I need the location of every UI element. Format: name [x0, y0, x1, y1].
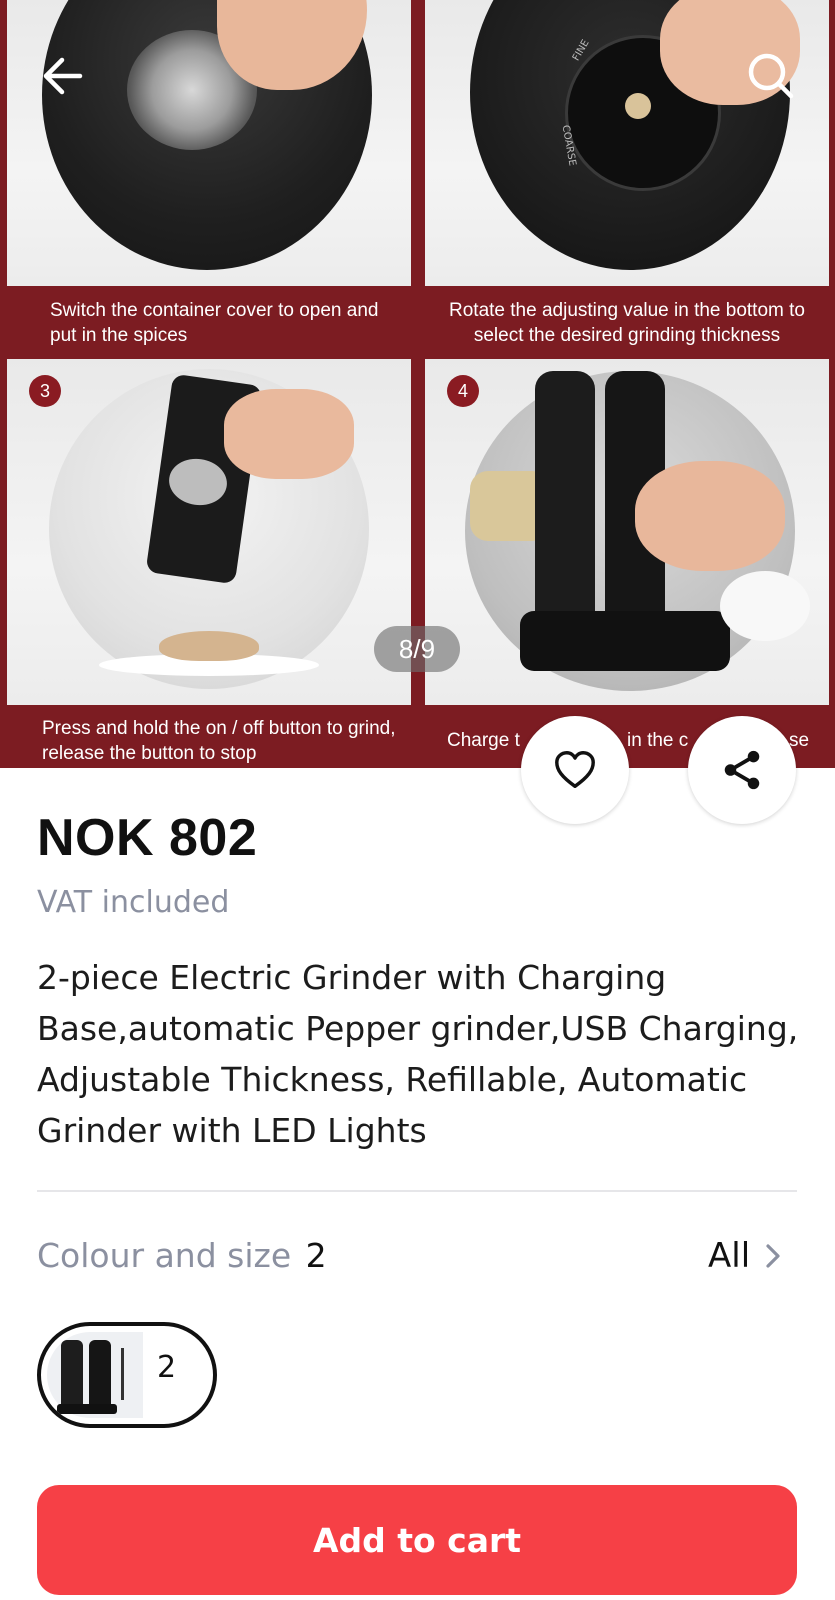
gallery-caption-4-middle: in the c: [627, 730, 689, 751]
gallery-caption-2: Rotate the adjusting value in the bottom…: [449, 300, 805, 346]
section-divider: [37, 1190, 797, 1192]
product-price: NOK 802: [37, 809, 258, 867]
gallery-panel-3: 3: [7, 359, 411, 705]
variant-thumbnail: [47, 1332, 143, 1418]
image-counter: 8/9: [374, 626, 460, 672]
back-arrow-icon: [43, 57, 83, 95]
step-badge-4: 4: [447, 375, 479, 407]
add-to-cart-button[interactable]: Add to cart: [37, 1485, 797, 1595]
variant-chip-count: 2: [157, 1350, 177, 1385]
variant-label-text: Colour and size: [37, 1236, 292, 1275]
gallery-caption-4-start: Charge t: [447, 730, 520, 751]
variant-count: 2: [305, 1236, 327, 1275]
variant-section-label: Colour and size 2: [37, 1236, 327, 1275]
gallery-panel-2: FINE COARSE: [425, 0, 829, 286]
heart-icon: [555, 751, 595, 789]
gallery-caption-3: Press and hold the on / off button to gr…: [42, 718, 396, 764]
back-button[interactable]: [36, 48, 92, 104]
step-badge-3: 3: [29, 375, 61, 407]
variant-option-chip[interactable]: 2: [37, 1322, 217, 1428]
chevron-right-icon: [766, 1244, 780, 1268]
gallery-panel-1: [7, 0, 411, 286]
panel-4-photo: [465, 371, 810, 691]
favorite-button[interactable]: [521, 716, 629, 824]
vat-note: VAT included: [37, 885, 230, 920]
panel-2-photo: FINE COARSE: [470, 0, 800, 270]
product-image-gallery[interactable]: FINE COARSE Switch the container cover t…: [0, 0, 835, 768]
gallery-panel-4: 4: [425, 359, 829, 705]
gallery-caption-1: Switch the container cover to open and p…: [50, 300, 379, 346]
share-button[interactable]: [688, 716, 796, 824]
view-all-label: All: [708, 1236, 751, 1276]
product-title: 2-piece Electric Grinder with Charging B…: [37, 958, 799, 1150]
search-icon: [748, 53, 794, 99]
panel-1-photo: [42, 0, 372, 270]
share-icon: [724, 750, 760, 790]
panel-3-photo: [49, 369, 369, 689]
search-button[interactable]: [743, 48, 799, 104]
view-all-variants-link[interactable]: All: [708, 1236, 788, 1276]
